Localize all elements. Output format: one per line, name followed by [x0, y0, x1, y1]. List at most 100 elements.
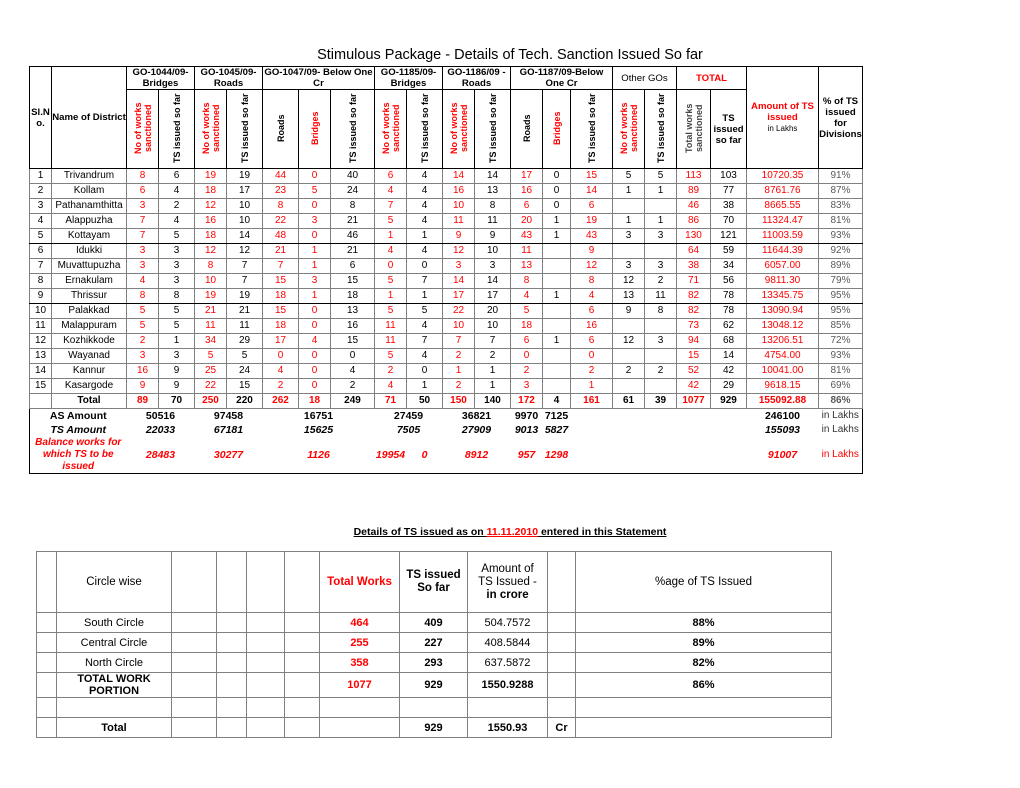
- row-cell: 12: [442, 243, 475, 259]
- row-cell: 0: [298, 348, 331, 364]
- row-cell: 4: [406, 213, 443, 229]
- summary-go1045: 67181: [213, 424, 244, 436]
- row-cell: 9: [158, 378, 195, 394]
- row-cell: 113: [676, 168, 711, 184]
- circle-row-total-works: 358: [319, 652, 400, 673]
- circle-header-unit: [547, 551, 576, 613]
- row-cell: 8: [474, 198, 511, 214]
- circle-row-c5: [284, 612, 320, 633]
- total-cell: 4: [542, 393, 571, 409]
- row-slno: 2: [29, 183, 52, 199]
- row-cell: 18: [194, 183, 227, 199]
- row-cell: 5: [126, 318, 159, 334]
- row-cell: 8: [126, 168, 159, 184]
- row-cell: 8: [158, 288, 195, 304]
- circle-table-row: [36, 697, 832, 718]
- row-cell: 0: [406, 363, 443, 379]
- row-cell: 3: [510, 378, 543, 394]
- row-cell: 9: [474, 228, 511, 244]
- row-cell: 4: [406, 318, 443, 334]
- circle-row-ts-issued: 293: [399, 652, 468, 673]
- circle-row-ts-issued: 227: [399, 632, 468, 653]
- row-cell: 9: [158, 363, 195, 379]
- row-cell: 10: [226, 213, 263, 229]
- subheader-total-works: Total works sanctioned: [676, 89, 711, 169]
- row-cell: 2: [158, 198, 195, 214]
- row-cell: 12: [226, 243, 263, 259]
- row-cell: 0: [542, 168, 571, 184]
- row-cell: 1: [612, 213, 645, 229]
- summary-go1187-bridges: 7125: [544, 410, 569, 422]
- row-cell: 17: [510, 168, 543, 184]
- group-header-go1045: GO-1045/09-Roads: [194, 66, 263, 90]
- summary-go1044: 22033: [145, 424, 176, 436]
- row-cell: 16: [570, 318, 613, 334]
- summary-total-works: [677, 437, 747, 474]
- table-body: 1 Trivandrum 8 6 19 19 44 0 40 6 4 14 14 17 0 15 5 5 113 10…: [29, 168, 863, 474]
- circle-row-blank: [36, 612, 57, 633]
- row-cell: 4754.00: [746, 348, 819, 364]
- row-cell: 29: [710, 378, 747, 394]
- total-label: Total: [51, 393, 127, 409]
- row-cell: 13: [330, 303, 375, 319]
- row-cell: 4: [158, 183, 195, 199]
- row-cell: 0: [374, 258, 407, 274]
- total-slno: [29, 393, 52, 409]
- group-header-district: Name of District: [51, 66, 127, 169]
- circle-row-c3: [216, 652, 247, 673]
- row-cell: 14: [710, 348, 747, 364]
- total-cell: 155092.88: [746, 393, 819, 409]
- circle-table-row: TOTAL WORK PORTION 1077 929 1550.9288 86%: [36, 672, 832, 698]
- summary-unit-label: in Lakhs: [821, 449, 859, 460]
- subheader-go1045-works: No of works sanctioned: [194, 89, 227, 169]
- row-cell: 64: [676, 243, 711, 259]
- row-cell: 10: [194, 273, 227, 289]
- row-cell: 7: [406, 333, 443, 349]
- row-cell: 1: [406, 228, 443, 244]
- row-cell: 21: [194, 303, 227, 319]
- row-cell: 9: [570, 243, 613, 259]
- row-cell: 10041.00: [746, 363, 819, 379]
- row-cell: 11: [442, 213, 475, 229]
- circle-row-c4: [246, 652, 285, 673]
- row-district-name: Kollam: [51, 183, 127, 199]
- circle-row-unit: [547, 672, 576, 698]
- row-cell: 2: [442, 348, 475, 364]
- row-cell: 4: [510, 288, 543, 304]
- row-cell: [612, 378, 645, 394]
- row-cell: 8: [194, 258, 227, 274]
- row-cell: 44: [262, 168, 299, 184]
- row-cell: 83%: [818, 198, 863, 214]
- summary-go1047: 16751: [303, 410, 334, 422]
- subheader-go1047-roads: Roads: [262, 89, 299, 169]
- row-cell: 79%: [818, 273, 863, 289]
- table-row: 4 Alappuzha 7 4 16 10 22 3 21 5 4 11 11 20 1 19 1 1 86 70 11…: [29, 213, 863, 229]
- row-cell: 4: [374, 243, 407, 259]
- subheader-go1045-ts: TS issued so far: [226, 89, 263, 169]
- row-cell: 5: [374, 303, 407, 319]
- row-cell: 9618.15: [746, 378, 819, 394]
- row-cell: 0: [542, 183, 571, 199]
- row-cell: 4: [406, 348, 443, 364]
- summary-go1185: 27459: [393, 410, 424, 422]
- subheader-go1187-ts: TS issued so far: [570, 89, 613, 169]
- circle-row-c2: [171, 652, 217, 673]
- group-header-go1185: GO-1185/09-Bridges: [374, 66, 443, 90]
- row-cell: 91%: [818, 168, 863, 184]
- row-cell: 18: [330, 288, 375, 304]
- row-cell: 1: [542, 288, 571, 304]
- row-cell: 42: [710, 363, 747, 379]
- row-cell: 18: [262, 288, 299, 304]
- circle-header-c5: [284, 551, 320, 613]
- row-cell: 7: [262, 258, 299, 274]
- row-cell: 25: [194, 363, 227, 379]
- row-cell: 16: [194, 213, 227, 229]
- row-cell: 78: [710, 288, 747, 304]
- table-row: 12 Kozhikkode 2 1 34 29 17 4 15 11 7 7 7 6 1 6 12 3 94 68 13…: [29, 333, 863, 349]
- row-cell: 7: [126, 213, 159, 229]
- circle-row-name: South Circle: [56, 612, 172, 633]
- table-row: 7 Muvattupuzha 3 3 8 7 7 1 6 0 0 3 3 13 12 3 3 38 34 6057.0…: [29, 258, 863, 274]
- row-cell: 3: [126, 348, 159, 364]
- row-cell: 11: [644, 288, 677, 304]
- row-district-name: Kottayam: [51, 228, 127, 244]
